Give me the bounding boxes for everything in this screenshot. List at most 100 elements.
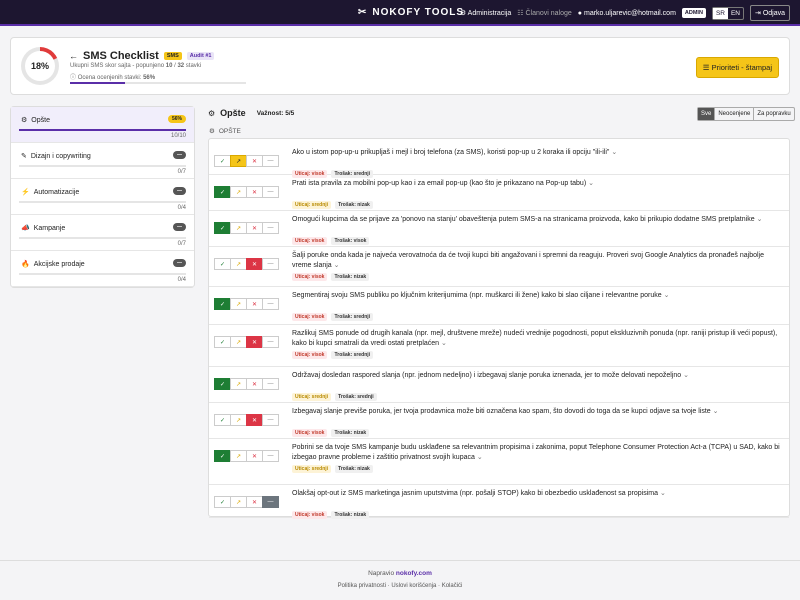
checklist-item: ✓ ↗ ✕ — Omogući kupcima da se prijave za… <box>209 211 789 247</box>
mark-partial-button[interactable]: ↗ <box>230 258 247 270</box>
item-text: Ako u istom pop-up-u prikupljaš i mejl i… <box>292 149 618 156</box>
chevron-down-icon[interactable]: ⌄ <box>588 180 594 187</box>
mark-fail-button[interactable]: ✕ <box>246 336 263 348</box>
cost-tag: Trošak: nizak <box>335 465 373 473</box>
category-icon: ✎ <box>21 153 27 160</box>
page-title: SMS Checklist <box>83 50 159 62</box>
admin-link[interactable]: ⚙ Administracija <box>460 9 511 17</box>
brand-link[interactable]: nokofy.com <box>396 570 432 577</box>
category-sidebar: ⚙ Opšte 56% 10/10 ✎ Dizajn i copywriting — … <box>10 106 195 288</box>
mark-fail-button[interactable]: ✕ <box>246 258 263 270</box>
mark-partial-button[interactable]: ↗ <box>230 222 247 234</box>
category-score: — <box>173 259 186 267</box>
chevron-down-icon[interactable]: ⌄ <box>660 490 666 497</box>
category-count: 0/7 <box>177 241 186 247</box>
mark-fail-button[interactable]: ✕ <box>246 378 263 390</box>
mark-partial-button[interactable]: ↗ <box>230 496 247 508</box>
category-icon: 🔥 <box>21 261 30 268</box>
mark-fail-button[interactable]: ✕ <box>246 186 263 198</box>
mark-partial-button[interactable]: ↗ <box>230 186 247 198</box>
mark-na-button[interactable]: — <box>262 155 279 167</box>
chevron-down-icon[interactable]: ⌄ <box>683 372 689 379</box>
mark-fail-button[interactable]: ✕ <box>246 496 263 508</box>
mark-ok-button[interactable]: ✓ <box>214 414 231 426</box>
mark-ok-button[interactable]: ✓ <box>214 222 231 234</box>
mark-partial-button[interactable]: ↗ <box>230 155 247 167</box>
chevron-down-icon[interactable]: ⌄ <box>664 292 670 299</box>
cost-tag: Trošak: srednji <box>331 313 374 321</box>
mark-fail-button[interactable]: ✕ <box>246 155 263 167</box>
mark-na-button[interactable]: — <box>262 298 279 310</box>
category-score: — <box>173 151 186 159</box>
mark-na-button[interactable]: — <box>262 378 279 390</box>
mark-ok-button[interactable]: ✓ <box>214 378 231 390</box>
logout-button[interactable]: ⇥ Odjava <box>750 5 790 21</box>
scissors-icon: ✂ <box>358 7 368 18</box>
lang-sr-button[interactable]: SR <box>712 7 728 19</box>
sidebar-item[interactable]: ✎ Dizajn i copywriting — 0/7 <box>11 143 194 179</box>
cost-tag: Trošak: nizak <box>331 511 370 519</box>
filter-to-fix[interactable]: Za popravku <box>753 108 793 120</box>
mark-ok-button[interactable]: ✓ <box>214 496 231 508</box>
category-label: Dizajn i copywriting <box>30 152 91 160</box>
mark-fail-button[interactable]: ✕ <box>246 222 263 234</box>
chevron-down-icon[interactable]: ⌄ <box>477 454 483 461</box>
mark-fail-button[interactable]: ✕ <box>246 414 263 426</box>
impact-tag: Uticaj: srednji <box>292 201 332 209</box>
impact-tag: Uticaj: srednji <box>292 393 332 401</box>
category-label: Automatizacije <box>33 188 80 196</box>
mark-fail-button[interactable]: ✕ <box>246 450 263 462</box>
chevron-down-icon[interactable]: ⌄ <box>334 262 340 269</box>
mark-ok-button[interactable]: ✓ <box>214 155 231 167</box>
privacy-link[interactable]: Politika privatnosti <box>338 583 386 589</box>
mark-na-button[interactable]: — <box>262 336 279 348</box>
sidebar-item[interactable]: ⚙ Opšte 56% 10/10 <box>11 107 194 143</box>
mark-ok-button[interactable]: ✓ <box>214 258 231 270</box>
mark-ok-button[interactable]: ✓ <box>214 336 231 348</box>
impact-tag: Uticaj: srednji <box>292 465 332 473</box>
lang-en-button[interactable]: EN <box>728 8 743 19</box>
back-arrow-icon[interactable]: ← <box>69 51 78 61</box>
chevron-down-icon[interactable]: ⌄ <box>611 149 617 156</box>
mark-ok-button[interactable]: ✓ <box>214 186 231 198</box>
members-link[interactable]: ☷ Članovi naloge <box>517 9 572 17</box>
mark-na-button[interactable]: — <box>262 414 279 426</box>
category-count: 0/4 <box>177 205 186 211</box>
filter-unrated[interactable]: Neocenjene <box>714 108 753 120</box>
sidebar-item[interactable]: ⚡ Automatizacije — 0/4 <box>11 179 194 215</box>
chevron-down-icon[interactable]: ⌄ <box>757 216 763 223</box>
mark-ok-button[interactable]: ✓ <box>214 298 231 310</box>
mark-na-button[interactable]: — <box>262 222 279 234</box>
filter-all[interactable]: Sve <box>698 108 715 120</box>
category-label: Kampanje <box>33 224 66 232</box>
mark-partial-button[interactable]: ↗ <box>230 450 247 462</box>
score-percent: 18% <box>25 51 55 81</box>
mark-na-button[interactable]: — <box>262 450 279 462</box>
fill-progress-bar <box>70 82 246 84</box>
terms-link[interactable]: Uslovi korišćenja <box>391 583 436 589</box>
impact-tag: Uticaj: visok <box>292 237 328 245</box>
item-text: Segmentiraj svoju SMS publiku po ključni… <box>292 292 670 299</box>
mark-partial-button[interactable]: ↗ <box>230 298 247 310</box>
category-label: Opšte <box>31 116 50 124</box>
sidebar-item[interactable]: 📣 Kampanje — 0/7 <box>11 215 194 251</box>
logo[interactable]: ✂ NOKOFY TOOLS <box>358 7 464 18</box>
mark-fail-button[interactable]: ✕ <box>246 298 263 310</box>
chevron-down-icon[interactable]: ⌄ <box>441 340 447 347</box>
mark-ok-button[interactable]: ✓ <box>214 450 231 462</box>
item-text: Šalji poruke onda kada je najveća verova… <box>292 252 765 269</box>
sidebar-item[interactable]: 🔥 Akcijske prodaje — 0/4 <box>11 251 194 287</box>
mark-na-button[interactable]: — <box>262 258 279 270</box>
language-switch: SR EN <box>711 6 744 20</box>
cookies-link[interactable]: Kolačići <box>442 583 463 589</box>
category-count: 0/4 <box>177 277 186 283</box>
mark-na-button[interactable]: — <box>262 186 279 198</box>
checklist-item: ✓ ↗ ✕ — Pobrini se da tvoje SMS kampanje… <box>209 439 789 485</box>
mark-na-button[interactable]: — <box>262 496 279 508</box>
chevron-down-icon[interactable]: ⌄ <box>713 408 719 415</box>
print-priorities-button[interactable]: ☰ Prioriteti - štampaj <box>695 57 779 78</box>
mark-partial-button[interactable]: ↗ <box>230 378 247 390</box>
mark-partial-button[interactable]: ↗ <box>230 336 247 348</box>
subsection-heading: ⚙ OPŠTE <box>209 127 241 136</box>
mark-partial-button[interactable]: ↗ <box>230 414 247 426</box>
